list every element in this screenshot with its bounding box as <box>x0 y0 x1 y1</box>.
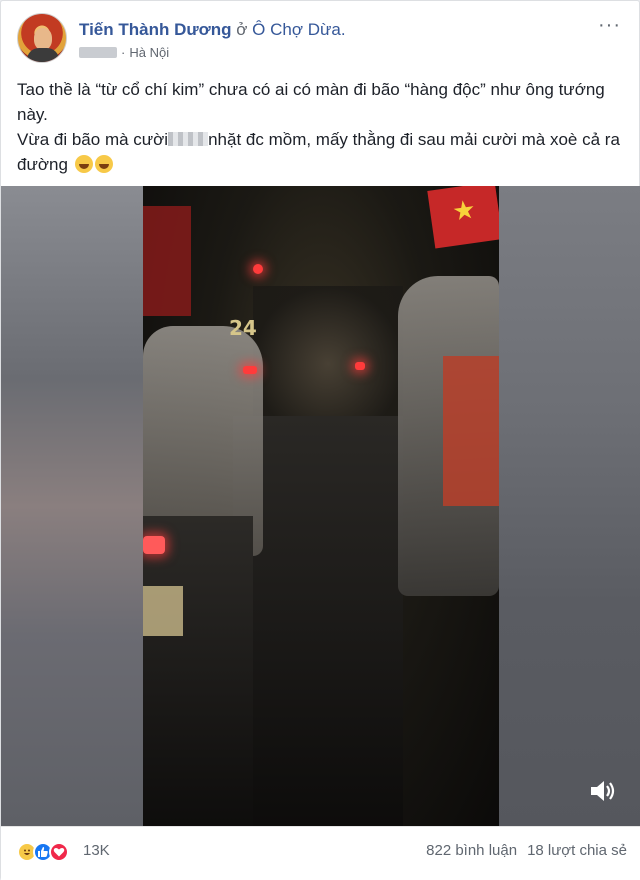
video-blur-left <box>1 186 143 826</box>
meta-separator: · <box>121 45 126 60</box>
tail-light <box>355 362 365 370</box>
post-text-line-1: Tao thề là “từ cổ chí kim” chưa có ai có… <box>17 80 605 124</box>
tail-light <box>143 536 165 554</box>
video-player[interactable]: 24 <box>1 186 640 826</box>
license-plate <box>143 586 183 636</box>
grin-sweat-emoji-icon <box>94 155 113 173</box>
flag-left <box>143 206 191 316</box>
rofl-emoji-icon <box>74 155 93 173</box>
speaker-glyph <box>591 781 615 801</box>
vietnam-flag <box>427 186 499 249</box>
post-header: Tiến Thành Dương ở Ô Chợ Dừa. · Hà Nội ··… <box>17 13 627 69</box>
author-name[interactable]: Tiến Thành Dương <box>79 20 232 39</box>
tail-light <box>253 264 263 274</box>
post-stats: 822 bình luận 18 lượt chia sẻ <box>426 841 627 861</box>
post-card: Tiến Thành Dương ở Ô Chợ Dừa. · Hà Nội ··… <box>0 0 640 880</box>
red-shirt <box>443 356 499 506</box>
at-word: ở <box>236 20 248 39</box>
avatar[interactable] <box>17 13 67 63</box>
avatar-shirt <box>27 48 59 62</box>
avatar-face <box>34 28 52 50</box>
post-meta: · Hà Nội <box>79 45 169 61</box>
crowd <box>253 286 403 416</box>
check-in-place[interactable]: Ô Chợ Dừa. <box>252 20 345 39</box>
post-body: Tao thề là “từ cổ chí kim” chưa có ai có… <box>17 77 629 177</box>
reaction-count[interactable]: 13K <box>83 841 110 861</box>
redacted-timestamp <box>79 47 117 58</box>
post-text-line-2: Vừa đi bão mà cười nhặt đc mồm, mấy thằng… <box>17 127 629 177</box>
post-text-line-2-start: Vừa đi bão mà cười <box>17 130 169 149</box>
speaker-icon[interactable] <box>589 779 617 803</box>
post-footer: 13K 822 bình luận 18 lượt chia sẻ <box>1 826 640 880</box>
video-blur-right <box>499 186 640 826</box>
author-line: Tiến Thành Dương ở Ô Chợ Dừa. <box>79 19 346 41</box>
shares-count[interactable]: 18 lượt chia sẻ <box>527 842 627 859</box>
location-label[interactable]: Hà Nội <box>129 45 169 60</box>
comments-count[interactable]: 822 bình luận <box>426 842 517 859</box>
love-icon <box>49 842 69 862</box>
post-menu-icon[interactable]: ··· <box>598 15 621 35</box>
motorbike-left <box>143 516 253 826</box>
redacted-word <box>168 132 209 146</box>
tail-light <box>243 366 257 374</box>
video-frame[interactable]: 24 <box>143 186 499 826</box>
jersey-number: 24 <box>229 316 257 340</box>
